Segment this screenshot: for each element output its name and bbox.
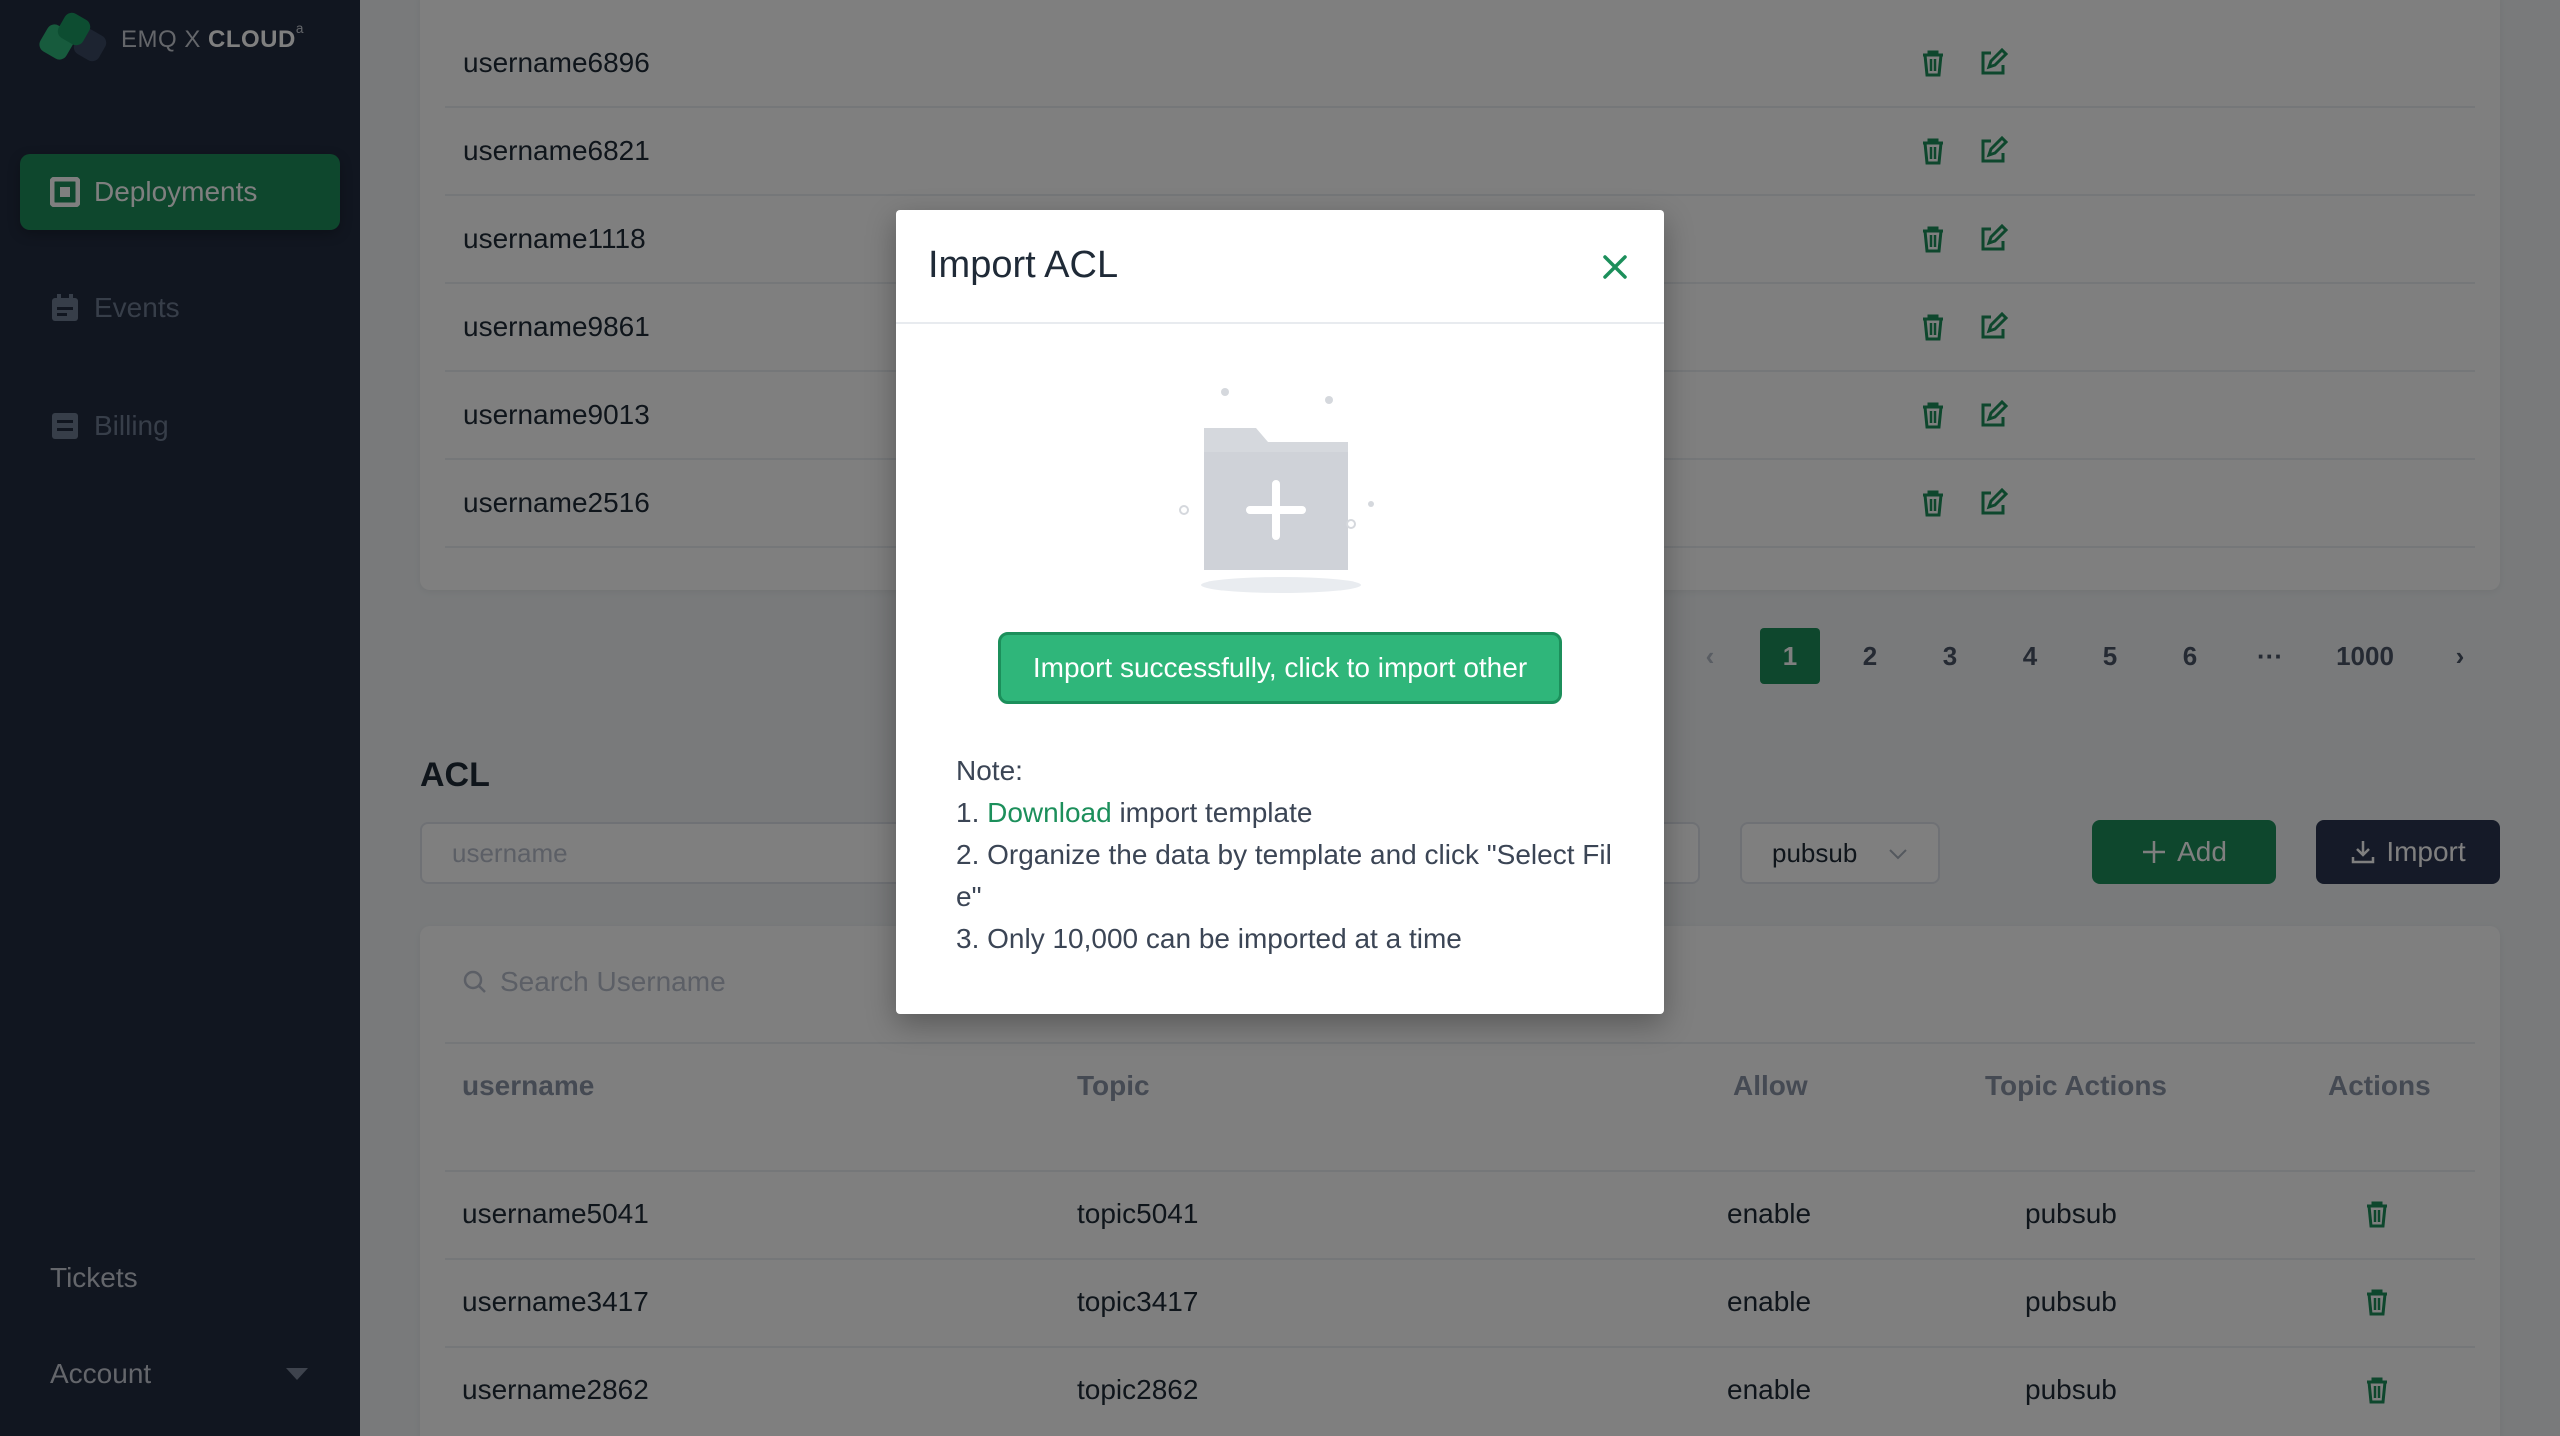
download-template-link[interactable]: Download xyxy=(987,797,1112,828)
note-1-prefix: 1. xyxy=(956,797,988,828)
note-label: Note: xyxy=(956,755,1023,786)
note-1: 1. Download import template xyxy=(956,792,1616,834)
modal-header: Import ACL xyxy=(896,210,1664,324)
note-3: 3. Only 10,000 can be imported at a time xyxy=(956,923,1462,954)
upload-folder-icon xyxy=(1179,388,1374,593)
modal-title: Import ACL xyxy=(928,244,1119,286)
note-1-suffix: import template xyxy=(1111,797,1313,828)
import-acl-modal: Import ACL Import successfully, click to… xyxy=(896,210,1664,1014)
import-notes: Note: 1. Download import template 2. Org… xyxy=(956,750,1616,960)
note-2: 2. Organize the data by template and cli… xyxy=(956,839,1612,912)
import-success-button[interactable]: Import successfully, click to import oth… xyxy=(998,632,1562,704)
close-icon[interactable] xyxy=(1598,250,1632,284)
